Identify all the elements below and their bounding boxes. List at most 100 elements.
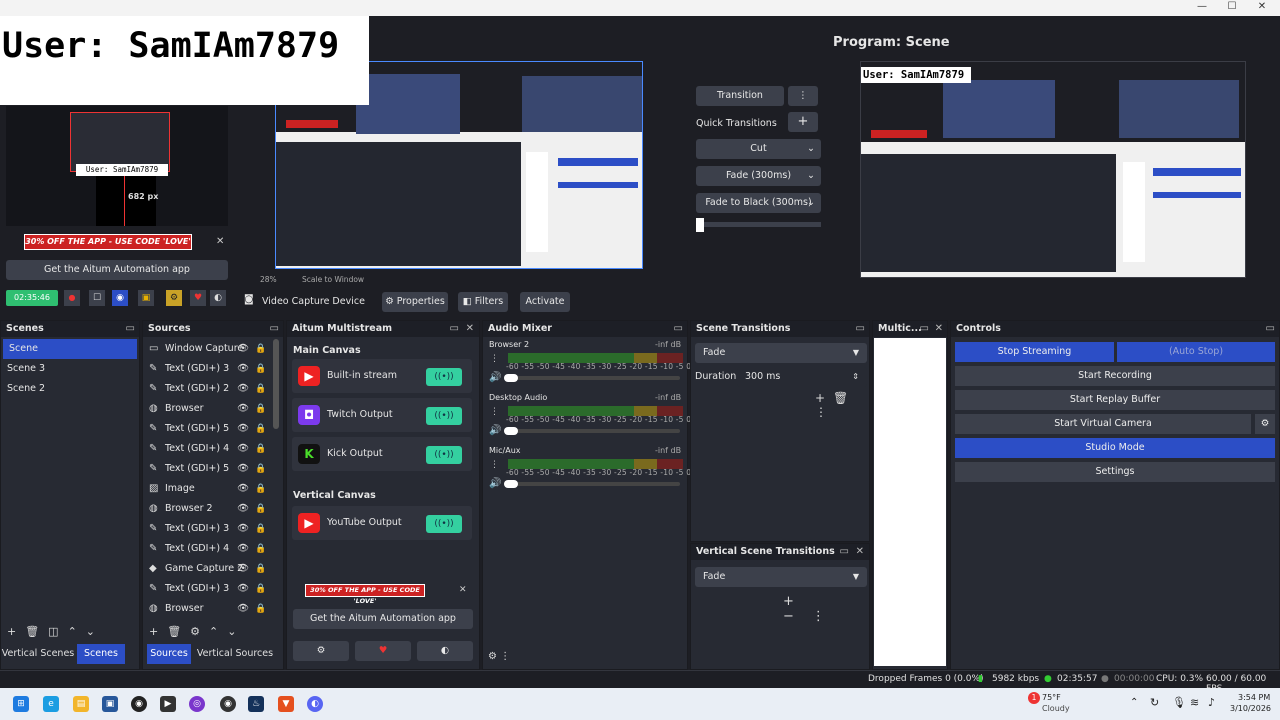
tab-scenes[interactable]: Scenes <box>77 644 125 664</box>
source-item[interactable]: ✎ Text (GDI+) 5 👁 🔒 <box>143 459 271 479</box>
tbar-handle[interactable] <box>696 218 704 232</box>
eye-icon[interactable]: 👁 <box>237 499 249 519</box>
source-item[interactable]: ◆ Game Capture 2 👁 🔒 <box>143 559 271 579</box>
obs-icon[interactable]: ◉ <box>131 696 147 712</box>
source-item[interactable]: ✎ Text (GDI+) 3 👁 🔒 <box>143 359 271 379</box>
eye-icon[interactable]: 👁 <box>237 439 249 459</box>
scale-label[interactable]: Scale to Window <box>302 275 364 284</box>
add-quick-transition-icon[interactable]: + <box>788 112 818 132</box>
vertical-selection-box[interactable] <box>70 112 170 172</box>
lock-icon[interactable]: 🔒 <box>255 519 266 539</box>
settings-button[interactable]: Settings <box>955 462 1275 482</box>
kick-toggle[interactable]: ((•)) <box>426 446 462 464</box>
close-icon[interactable]: ✕ <box>1248 0 1276 16</box>
source-item[interactable]: ✎ Text (GDI+) 2 👁 🔒 <box>143 379 271 399</box>
tbar-slider[interactable] <box>696 222 821 227</box>
steam-icon[interactable]: ♨ <box>248 696 264 712</box>
lock-icon[interactable]: 🔒 <box>255 399 266 419</box>
vertical-transition-tools[interactable]: +−⋮ <box>783 594 869 624</box>
lock-icon[interactable]: 🔒 <box>255 339 266 359</box>
start-replay-button[interactable]: Start Replay Buffer <box>955 390 1275 410</box>
auto-stop-button[interactable]: (Auto Stop) <box>1117 342 1275 362</box>
obs-icon-2[interactable]: ◉ <box>220 696 236 712</box>
volume-slider[interactable] <box>504 480 680 488</box>
aitum-app-link[interactable]: Get the Aitum Automation app <box>6 260 228 280</box>
source-item[interactable]: ✎ Text (GDI+) 5 👁 🔒 <box>143 419 271 439</box>
tab-vertical-scenes[interactable]: Vertical Scenes <box>1 644 75 664</box>
speaker-icon[interactable]: 🔊 <box>489 372 501 383</box>
maximize-icon[interactable]: ☐ <box>1218 0 1246 16</box>
source-item[interactable]: ✎ Text (GDI+) 4 👁 🔒 <box>143 539 271 559</box>
source-item[interactable]: ▭ Window Capture 👁 🔒 <box>143 339 271 359</box>
activate-button[interactable]: Activate <box>520 292 570 312</box>
lock-icon[interactable]: 🔒 <box>255 499 266 519</box>
edge-icon[interactable]: e <box>43 696 59 712</box>
channel-menu-icon[interactable]: ⋮ <box>490 460 499 470</box>
source-tools[interactable]: +🗑⚙⌃⌄ <box>149 625 245 638</box>
store-icon[interactable]: ▣ <box>102 696 118 712</box>
quick-cut[interactable]: Cut ⌄ <box>696 139 821 159</box>
lock-icon[interactable]: 🔒 <box>255 459 266 479</box>
eye-icon[interactable]: 👁 <box>237 539 249 559</box>
lock-icon[interactable]: 🔒 <box>255 599 266 619</box>
eye-icon[interactable]: 👁 <box>237 599 249 619</box>
eye-icon[interactable]: 👁 <box>237 579 249 599</box>
filters-button[interactable]: ◧ Filters <box>458 292 508 312</box>
discord-icon[interactable]: ◐ <box>417 641 473 661</box>
transition-tools[interactable]: +🗑⋮ <box>815 391 869 419</box>
volume-slider[interactable] <box>504 427 680 435</box>
vertical-transition-select[interactable]: Fade ▼ <box>695 567 867 587</box>
terminal-icon[interactable]: ▶ <box>160 696 176 712</box>
brave-icon[interactable]: ▼ <box>278 696 294 712</box>
channel-menu-icon[interactable]: ⋮ <box>490 354 499 364</box>
source-item[interactable]: ✎ Text (GDI+) 3 👁 🔒 <box>143 579 271 599</box>
explorer-icon[interactable]: ▤ <box>73 696 89 712</box>
transition-menu-icon[interactable]: ⋮ <box>788 86 818 106</box>
source-item[interactable]: ▨ Image 👁 🔒 <box>143 479 271 499</box>
promo-banner[interactable]: 30% OFF THE APP - USE CODE 'LOVE' <box>24 234 192 250</box>
source-item[interactable]: ◍ Browser 2 👁 🔒 <box>143 499 271 519</box>
mic-icon[interactable]: 🎙 <box>1172 696 1186 709</box>
lock-icon[interactable]: 🔒 <box>255 579 266 599</box>
discord-taskbar-icon[interactable]: ◐ <box>307 696 323 712</box>
eye-icon[interactable]: 👁 <box>237 519 249 539</box>
lock-icon[interactable]: 🔒 <box>255 379 266 399</box>
lock-icon[interactable]: 🔒 <box>255 539 266 559</box>
eye-icon[interactable]: 👁 <box>237 559 249 579</box>
aitum-app-button[interactable]: Get the Aitum Automation app <box>293 609 473 629</box>
sources-scrollbar[interactable] <box>273 339 279 429</box>
eye-icon[interactable]: 👁 <box>237 399 249 419</box>
eye-icon[interactable]: 👁 <box>237 459 249 479</box>
eye-icon[interactable]: 👁 <box>237 339 249 359</box>
properties-button[interactable]: ⚙ Properties <box>382 292 448 312</box>
lock-icon[interactable]: 🔒 <box>255 559 266 579</box>
wifi-icon[interactable]: ≋ <box>1190 696 1199 709</box>
tab-vertical-sources[interactable]: Vertical Sources <box>195 644 275 664</box>
mixer-tools-icon[interactable]: ⚙ ⋮ <box>488 651 510 662</box>
scene-item[interactable]: Scene 2 <box>1 379 139 399</box>
start-recording-button[interactable]: Start Recording <box>955 366 1275 386</box>
quick-fade-black[interactable]: Fade to Black (300ms) ⌄ <box>696 193 821 213</box>
chevron-up-icon[interactable]: ⌃ <box>1130 697 1138 708</box>
volume-slider[interactable] <box>504 374 680 382</box>
start-virtual-camera-button[interactable]: Start Virtual Camera <box>955 414 1251 434</box>
builtin-toggle[interactable]: ((•)) <box>426 368 462 386</box>
settings-gear-icon[interactable]: ⚙ <box>293 641 349 661</box>
speaker-icon[interactable]: ♪ <box>1208 696 1215 709</box>
quick-fade[interactable]: Fade (300ms) ⌄ <box>696 166 821 186</box>
eye-icon[interactable]: 👁 <box>237 419 249 439</box>
lock-icon[interactable]: 🔒 <box>255 439 266 459</box>
multiview-canvas[interactable] <box>874 338 946 666</box>
source-item[interactable]: ◍ Browser 👁 🔒 <box>143 599 271 619</box>
twitch-toggle[interactable]: ((•)) <box>426 407 462 425</box>
windows-start-icon[interactable]: ⊞ <box>13 696 29 712</box>
scene-tools[interactable]: +🗑◫⌃⌄ <box>7 625 104 638</box>
channel-menu-icon[interactable]: ⋮ <box>490 407 499 417</box>
sync-icon[interactable]: ↻ <box>1150 696 1159 709</box>
clock-date[interactable]: 3/10/2026 <box>1230 704 1271 713</box>
source-item[interactable]: ◍ Browser 👁 🔒 <box>143 399 271 419</box>
scene-item[interactable]: Scene <box>3 339 137 359</box>
transition-button[interactable]: Transition <box>696 86 784 106</box>
youtube-toggle[interactable]: ((•)) <box>426 515 462 533</box>
vcam-gear-icon[interactable]: ⚙ <box>1255 414 1275 434</box>
